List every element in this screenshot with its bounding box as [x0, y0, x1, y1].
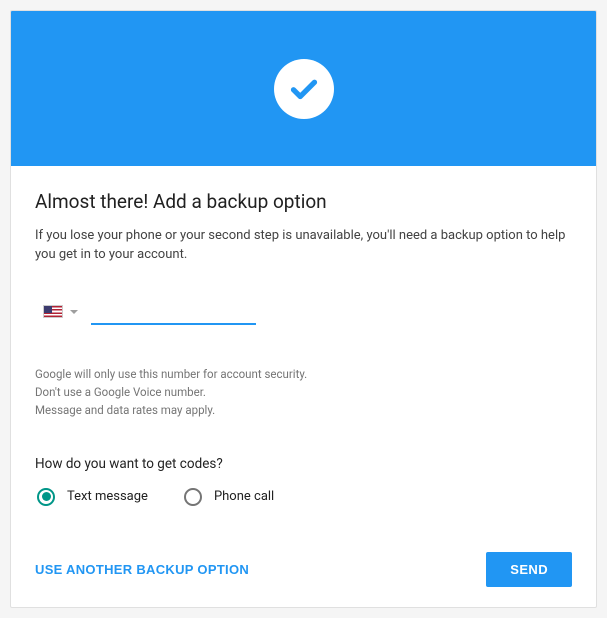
disclaimer-line: Don't use a Google Voice number. [35, 383, 572, 401]
content-area: Almost there! Add a backup option If you… [11, 166, 596, 607]
send-button[interactable]: SEND [486, 552, 572, 587]
disclaimer-line: Message and data rates may apply. [35, 401, 572, 419]
description-text: If you lose your phone or your second st… [35, 227, 572, 265]
disclaimer-block: Google will only use this number for acc… [35, 365, 572, 420]
checkmark-icon [274, 59, 334, 119]
radio-label: Phone call [214, 489, 274, 504]
backup-option-card: Almost there! Add a backup option If you… [10, 10, 597, 608]
phone-input-row [35, 299, 572, 325]
radio-icon [184, 488, 202, 506]
country-selector[interactable] [43, 302, 79, 321]
radio-icon [37, 488, 55, 506]
use-another-backup-button[interactable]: USE ANOTHER BACKUP OPTION [35, 554, 249, 585]
radio-text-message[interactable]: Text message [37, 488, 148, 506]
radio-group: Text message Phone call [35, 488, 572, 506]
radio-label: Text message [67, 489, 148, 504]
chevron-down-icon [69, 302, 79, 321]
us-flag-icon [43, 305, 63, 318]
radio-phone-call[interactable]: Phone call [184, 488, 274, 506]
phone-number-input[interactable] [91, 299, 256, 325]
disclaimer-line: Google will only use this number for acc… [35, 365, 572, 383]
banner [11, 11, 596, 166]
page-title: Almost there! Add a backup option [35, 190, 572, 213]
codes-question: How do you want to get codes? [35, 456, 572, 472]
actions-row: USE ANOTHER BACKUP OPTION SEND [35, 552, 572, 587]
